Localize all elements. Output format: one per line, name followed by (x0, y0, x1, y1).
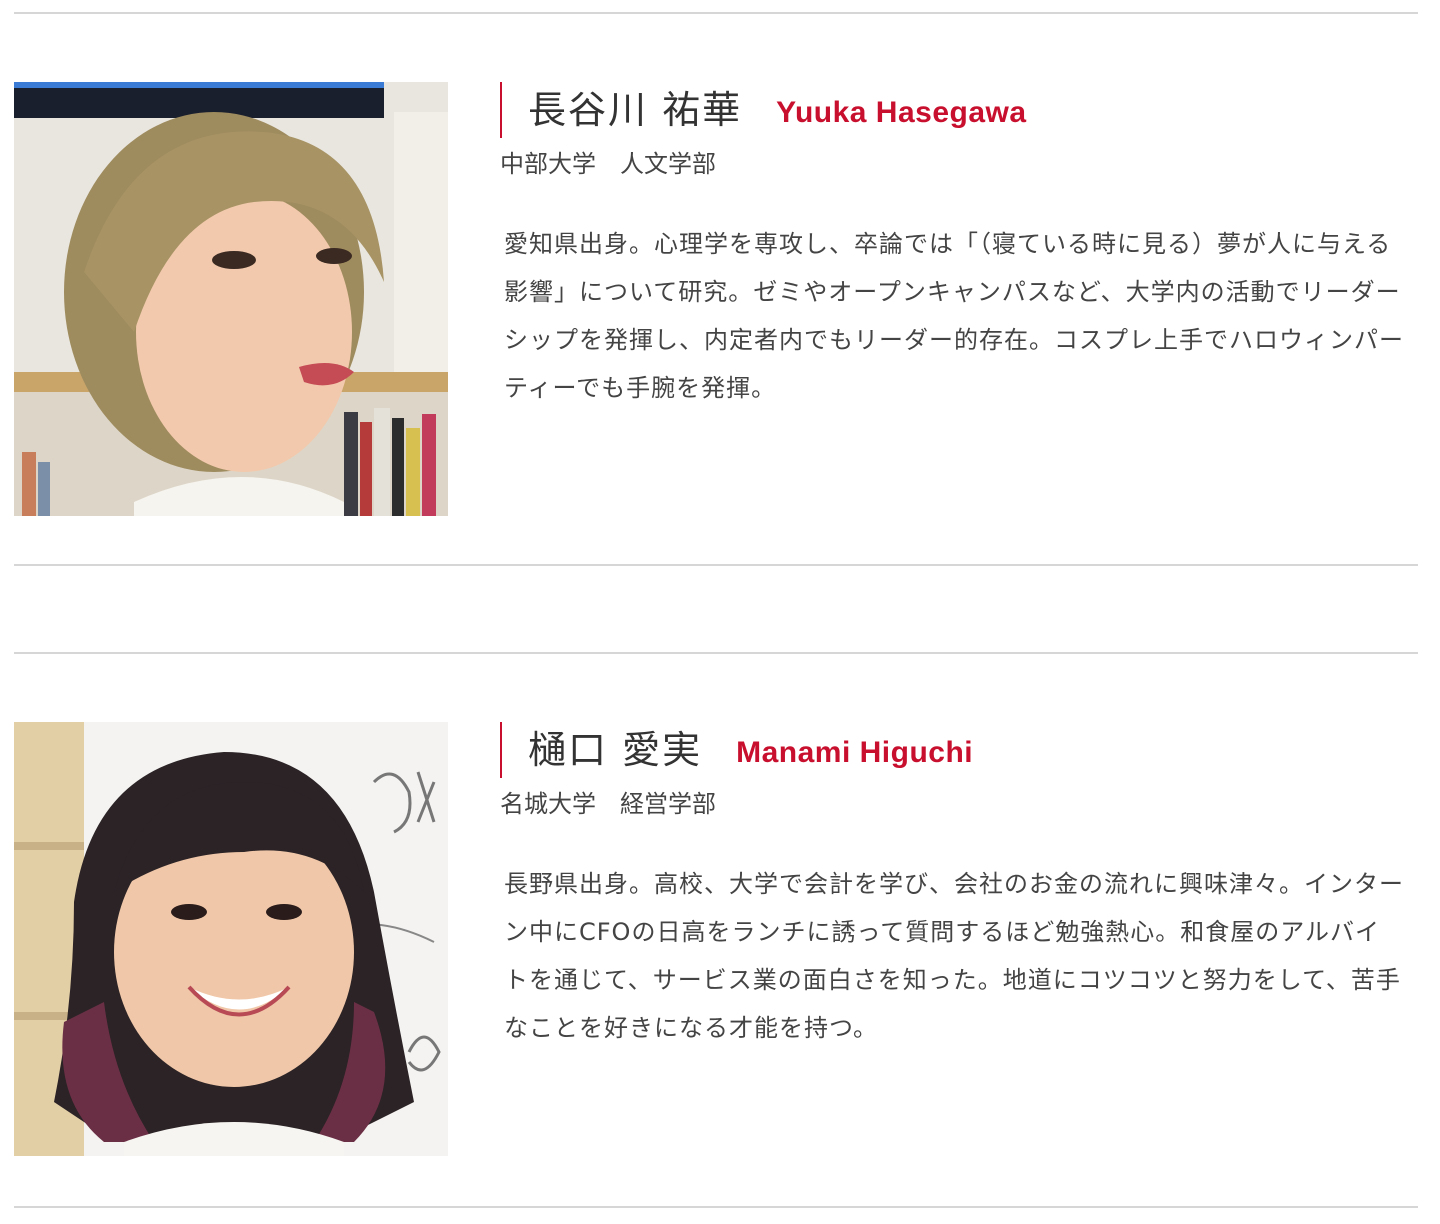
portrait-hasegawa-image (14, 82, 448, 516)
profile-photo (14, 82, 448, 516)
section-divider (14, 652, 1418, 654)
school-faculty: 中部大学 人文学部 (500, 150, 716, 178)
profile-info: 樋口 愛実 Manami Higuchi 名城大学 経営学部 長野県出身。高校、… (500, 722, 1403, 1052)
profile-bio: 愛知県出身。心理学を専攻し、卒論では「（寝ている時に見る）夢が人に与える影響」に… (504, 230, 1404, 402)
profile-info: 長谷川 祐華 Yuuka Hasegawa 中部大学 人文学部 愛知県出身。心理… (500, 82, 1403, 412)
name-heading: 樋口 愛実 Manami Higuchi (500, 722, 1400, 778)
name-english: Yuuka Hasegawa (776, 96, 1027, 129)
section-divider (14, 564, 1418, 566)
profile-card-higuchi: 樋口 愛実 Manami Higuchi 名城大学 経営学部 長野県出身。高校、… (14, 722, 1418, 1156)
name-heading: 長谷川 祐華 Yuuka Hasegawa (500, 82, 1400, 138)
profile-bio: 長野県出身。高校、大学で会計を学び、会社のお金の流れに興味津々。インターン中にC… (504, 870, 1404, 1042)
school-faculty: 名城大学 経営学部 (500, 790, 716, 818)
top-divider (14, 12, 1418, 14)
bottom-divider (14, 1206, 1418, 1208)
name-japanese: 樋口 愛実 (528, 728, 703, 772)
profile-photo (14, 722, 448, 1156)
portrait-higuchi-image (14, 722, 448, 1156)
name-japanese: 長谷川 祐華 (528, 88, 743, 132)
name-english: Manami Higuchi (736, 736, 974, 769)
profile-card-hasegawa: 長谷川 祐華 Yuuka Hasegawa 中部大学 人文学部 愛知県出身。心理… (14, 82, 1418, 516)
